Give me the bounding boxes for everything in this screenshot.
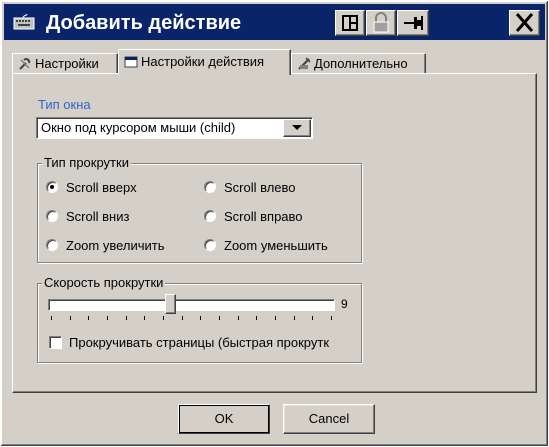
tab-action-settings-label: Настройки действия: [141, 54, 265, 69]
window-icon: [124, 56, 138, 68]
tab-additional-label: Дополнительно: [314, 56, 408, 71]
wrench-icon: [19, 58, 31, 70]
slider-tick: [107, 316, 108, 320]
tab-action-settings[interactable]: Настройки действия: [118, 49, 291, 75]
tools-icon: [298, 57, 311, 70]
keyboard-icon: [13, 13, 35, 30]
radio-zoom-out-label: Zoom уменьшить: [224, 238, 328, 253]
slider-tick: [275, 316, 276, 320]
radio-circle[interactable]: [204, 239, 216, 251]
tab-settings-label: Настройки: [35, 56, 99, 71]
lock-icon: [373, 12, 389, 33]
scroll-type-title: Тип прокрутки: [42, 155, 131, 170]
ok-button[interactable]: OK: [178, 404, 270, 434]
slider-tick: [312, 316, 314, 320]
slider-tick: [256, 316, 258, 320]
slider-tick: [51, 316, 52, 320]
radio-circle[interactable]: [46, 239, 58, 251]
slider-tick: [88, 316, 90, 320]
slider-tick: [181, 316, 183, 320]
close-icon: [515, 13, 534, 32]
window-type-value: Окно под курсором мыши (child): [41, 120, 236, 135]
window-type-select[interactable]: Окно под курсором мыши (child): [36, 117, 313, 139]
slider-tick: [163, 316, 164, 320]
speed-slider-thumb[interactable]: [164, 294, 176, 314]
dropdown-button[interactable]: [283, 119, 311, 137]
slider-tick: [331, 316, 332, 320]
speed-slider-track[interactable]: [48, 299, 335, 311]
window-title: Добавить действие: [46, 12, 242, 34]
page-scroll-checkbox[interactable]: [49, 336, 62, 349]
dialog-window: Добавить действие Настройки Настройки де…: [0, 0, 549, 447]
radio-zoom-in-label: Zoom увеличить: [66, 238, 165, 253]
tab-additional[interactable]: Дополнительно: [291, 53, 426, 74]
window-type-label: Тип окна: [38, 97, 91, 112]
radio-scroll-left-label: Scroll влево: [224, 180, 296, 195]
radio-circle[interactable]: [46, 181, 58, 193]
radio-circle[interactable]: [204, 210, 216, 222]
radio-scroll-right-label: Scroll вправо: [224, 209, 303, 224]
speed-value: 9: [341, 297, 348, 311]
layout-button[interactable]: [335, 10, 365, 36]
slider-tick: [219, 316, 220, 320]
radio-circle[interactable]: [46, 210, 58, 222]
scroll-speed-title: Скорость прокрутки: [42, 275, 166, 290]
slider-tick: [69, 316, 71, 320]
pin-icon: [404, 16, 423, 30]
cancel-button[interactable]: Cancel: [283, 404, 375, 434]
radio-scroll-down-label: Scroll вниз: [66, 209, 130, 224]
pin-button[interactable]: [397, 10, 429, 36]
layout-icon: [342, 15, 358, 31]
slider-tick: [293, 316, 295, 320]
close-button[interactable]: [509, 10, 540, 36]
lock-button[interactable]: [366, 10, 396, 36]
tab-settings[interactable]: Настройки: [12, 53, 118, 74]
title-bar[interactable]: Добавить действие: [4, 4, 545, 40]
slider-tick: [144, 316, 146, 320]
slider-tick: [237, 316, 239, 320]
slider-tick: [125, 316, 127, 320]
radio-circle[interactable]: [204, 181, 216, 193]
radio-scroll-up-label: Scroll вверх: [66, 180, 137, 195]
scroll-speed-group: [37, 283, 362, 363]
chevron-down-icon: [292, 125, 302, 130]
page-scroll-label: Прокручивать страницы (быстрая прокрутк: [69, 335, 330, 350]
slider-tick: [200, 316, 202, 320]
